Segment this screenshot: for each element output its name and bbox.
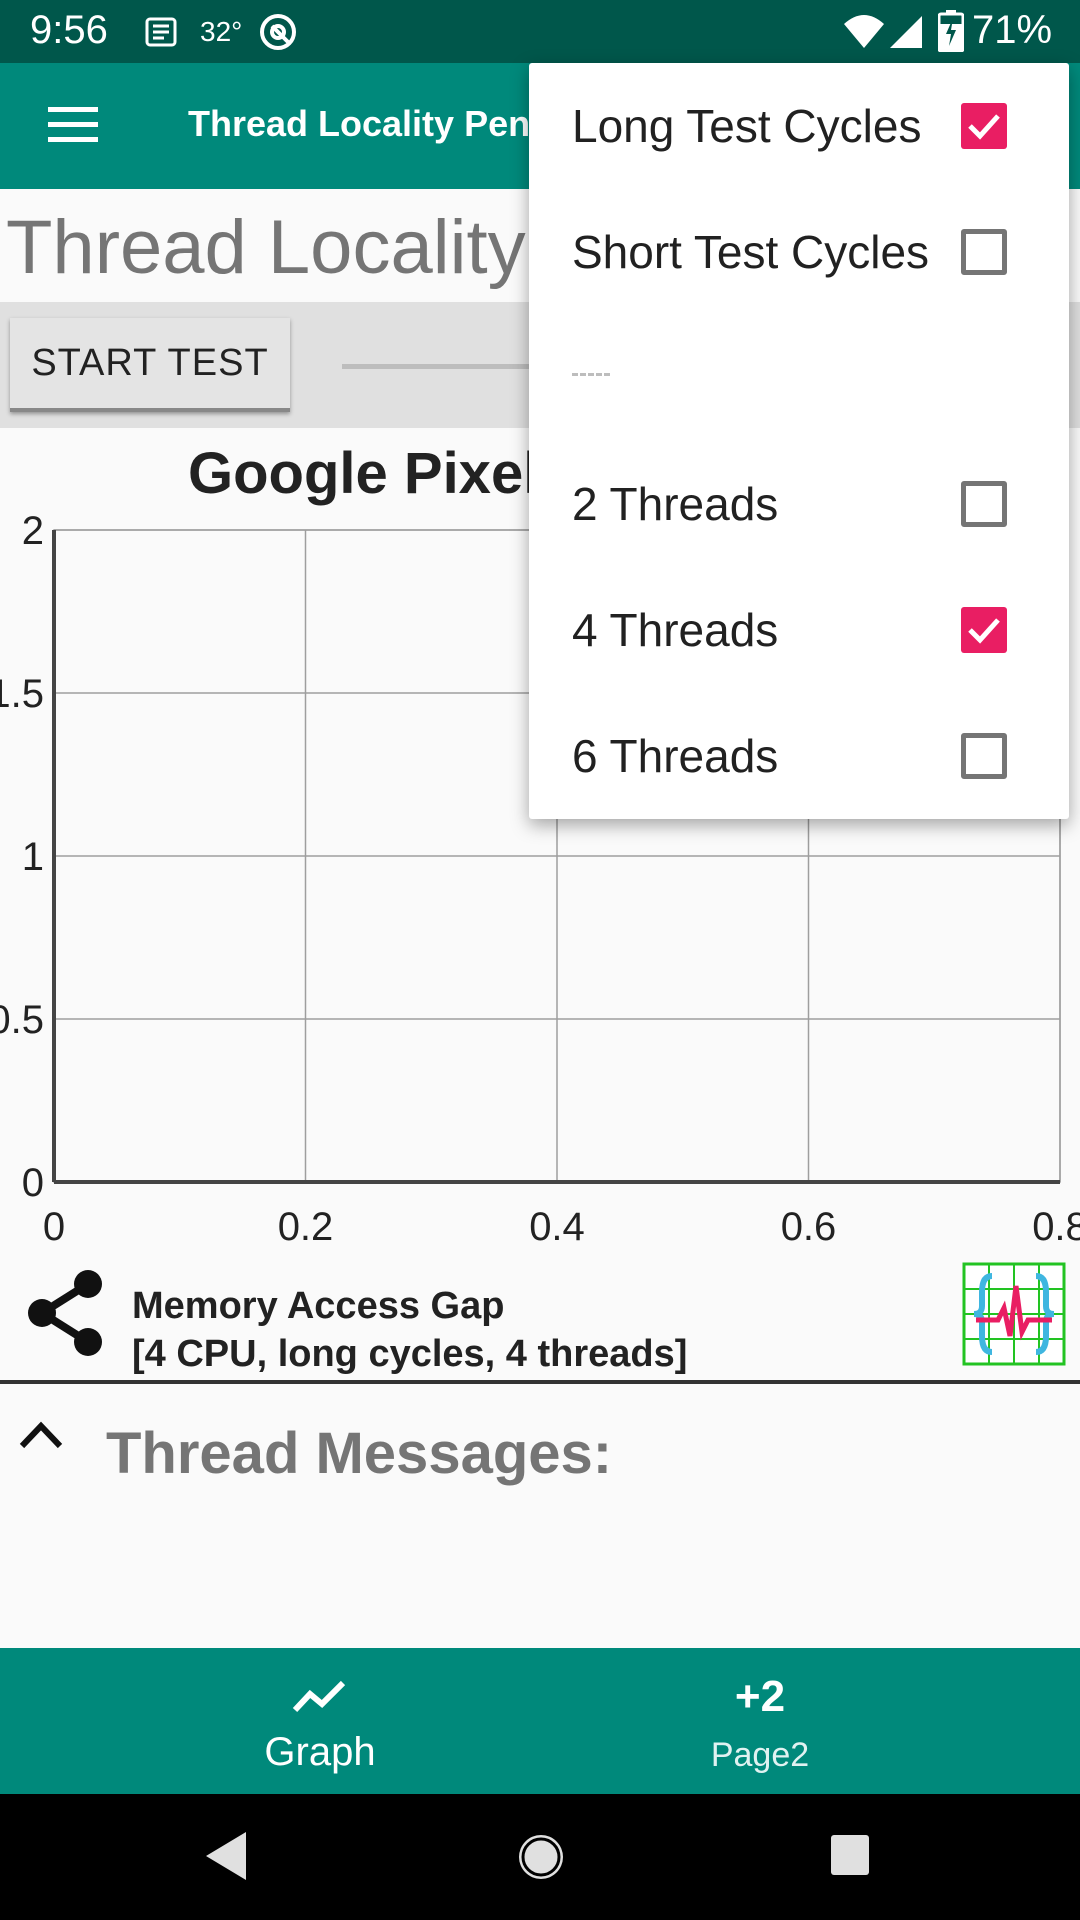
menu-checkbox-unchecked[interactable]	[961, 733, 1007, 779]
back-icon[interactable]	[204, 1830, 250, 1882]
menu-item-label: 2 Threads	[572, 478, 779, 530]
y-tick-label: 2	[22, 510, 44, 553]
x-tick-label: 0.6	[781, 1205, 837, 1249]
start-test-button[interactable]: START TEST	[10, 318, 290, 412]
menu-item-option[interactable]: Short Test Cycles	[529, 189, 1069, 315]
y-tick-label: 0.5	[0, 998, 44, 1042]
menu-item-label: 6 Threads	[572, 730, 779, 782]
menu-item-option[interactable]: 2 Threads	[529, 441, 1069, 567]
menu-item-label: Short Test Cycles	[572, 226, 930, 278]
menu-checkbox-checked[interactable]	[961, 103, 1007, 149]
menu-item-label: 4 Threads	[572, 604, 779, 656]
app-logo-icon	[962, 1262, 1066, 1366]
bottom-navigation: Graph +2 Page2	[0, 1648, 1080, 1794]
menu-item-label: Long Test Cycles	[572, 100, 922, 152]
status-temperature: 32°	[200, 16, 243, 47]
nav-graph-tab[interactable]: Graph	[0, 1648, 540, 1794]
wifi-icon	[844, 15, 884, 48]
menu-item-option[interactable]: Long Test Cycles	[529, 63, 1069, 189]
x-tick-label: 0.8	[1032, 1205, 1080, 1249]
menu-checkbox-unchecked[interactable]	[961, 481, 1007, 527]
line-chart-icon	[292, 1680, 346, 1713]
app-title: Thread Locality Pena	[188, 103, 551, 144]
chart-caption: Memory Access Gap [4 CPU, long cycles, 4…	[132, 1282, 687, 1378]
signal-icon	[890, 16, 922, 48]
status-time: 9:56	[30, 8, 108, 52]
x-tick-label: 0.4	[529, 1205, 585, 1249]
battery-percentage: 71%	[972, 8, 1053, 52]
x-tick-label: 0.2	[278, 1205, 334, 1249]
caption-line-1: Memory Access Gap	[132, 1285, 505, 1327]
check-icon	[968, 114, 1000, 140]
menu-item-option[interactable]: 6 Threads	[529, 693, 1069, 819]
share-icon[interactable]	[22, 1268, 108, 1358]
nav-page2-badge: +2	[734, 1672, 786, 1721]
battery-charging-icon	[938, 10, 964, 52]
hamburger-menu-icon[interactable]	[48, 105, 98, 145]
check-icon	[968, 618, 1000, 644]
sync-icon	[260, 14, 296, 50]
menu-separator	[529, 315, 1069, 441]
section-divider	[0, 1380, 1080, 1384]
overflow-menu: Long Test Cycles Short Test Cycles 2 Threa…	[529, 63, 1069, 819]
menu-checkbox-checked[interactable]	[961, 607, 1007, 653]
chevron-up-icon[interactable]	[18, 1420, 64, 1450]
nav-page2-label: Page2	[710, 1736, 810, 1774]
status-bar: 9:56 32° 71%	[0, 0, 1080, 63]
page-headline: Thread Locality	[6, 205, 526, 290]
home-icon[interactable]	[516, 1832, 566, 1882]
recent-apps-icon[interactable]	[830, 1834, 870, 1876]
menu-item-option[interactable]: 4 Threads	[529, 567, 1069, 693]
x-tick-label: 0	[43, 1205, 65, 1249]
system-navigation-bar	[0, 1794, 1080, 1920]
y-tick-label: 1	[22, 835, 44, 879]
menu-checkbox-unchecked[interactable]	[961, 229, 1007, 275]
news-icon	[145, 17, 177, 47]
y-tick-label: 1.5	[0, 672, 44, 716]
chart-title: Google Pixel	[188, 441, 540, 506]
caption-line-2: [4 CPU, long cycles, 4 threads]	[132, 1333, 688, 1375]
y-tick-label: 0	[22, 1161, 44, 1205]
nav-page2-tab[interactable]: +2 Page2	[540, 1648, 1080, 1794]
menu-separator-line	[572, 373, 610, 376]
thread-messages-title: Thread Messages:	[106, 1421, 613, 1486]
